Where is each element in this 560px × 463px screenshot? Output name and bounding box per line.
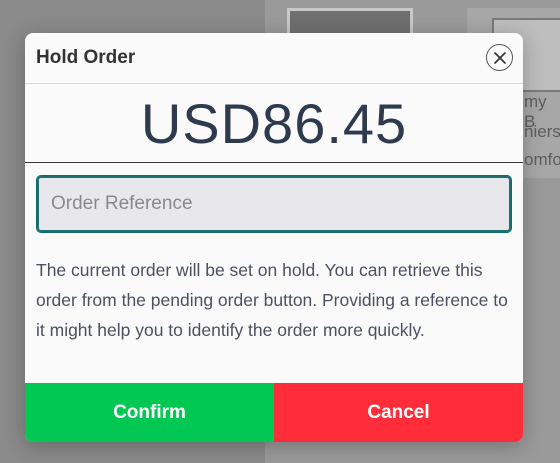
close-icon [493, 51, 506, 64]
dialog-header: Hold Order [25, 33, 523, 84]
dialog-title: Hold Order [36, 47, 136, 68]
confirm-button[interactable]: Confirm [25, 383, 274, 442]
order-reference-input[interactable] [37, 176, 511, 232]
order-amount: USD86.45 [140, 92, 408, 155]
hold-order-dialog: Hold Order USD86.45 The current order wi… [25, 33, 523, 442]
background-product-text: omfor [524, 150, 560, 169]
hold-order-description: The current order will be set on hold. Y… [36, 260, 508, 340]
cancel-button[interactable]: Cancel [274, 383, 523, 442]
background-product-text: niers [524, 122, 560, 141]
divider [25, 162, 523, 163]
close-button[interactable] [486, 44, 513, 71]
